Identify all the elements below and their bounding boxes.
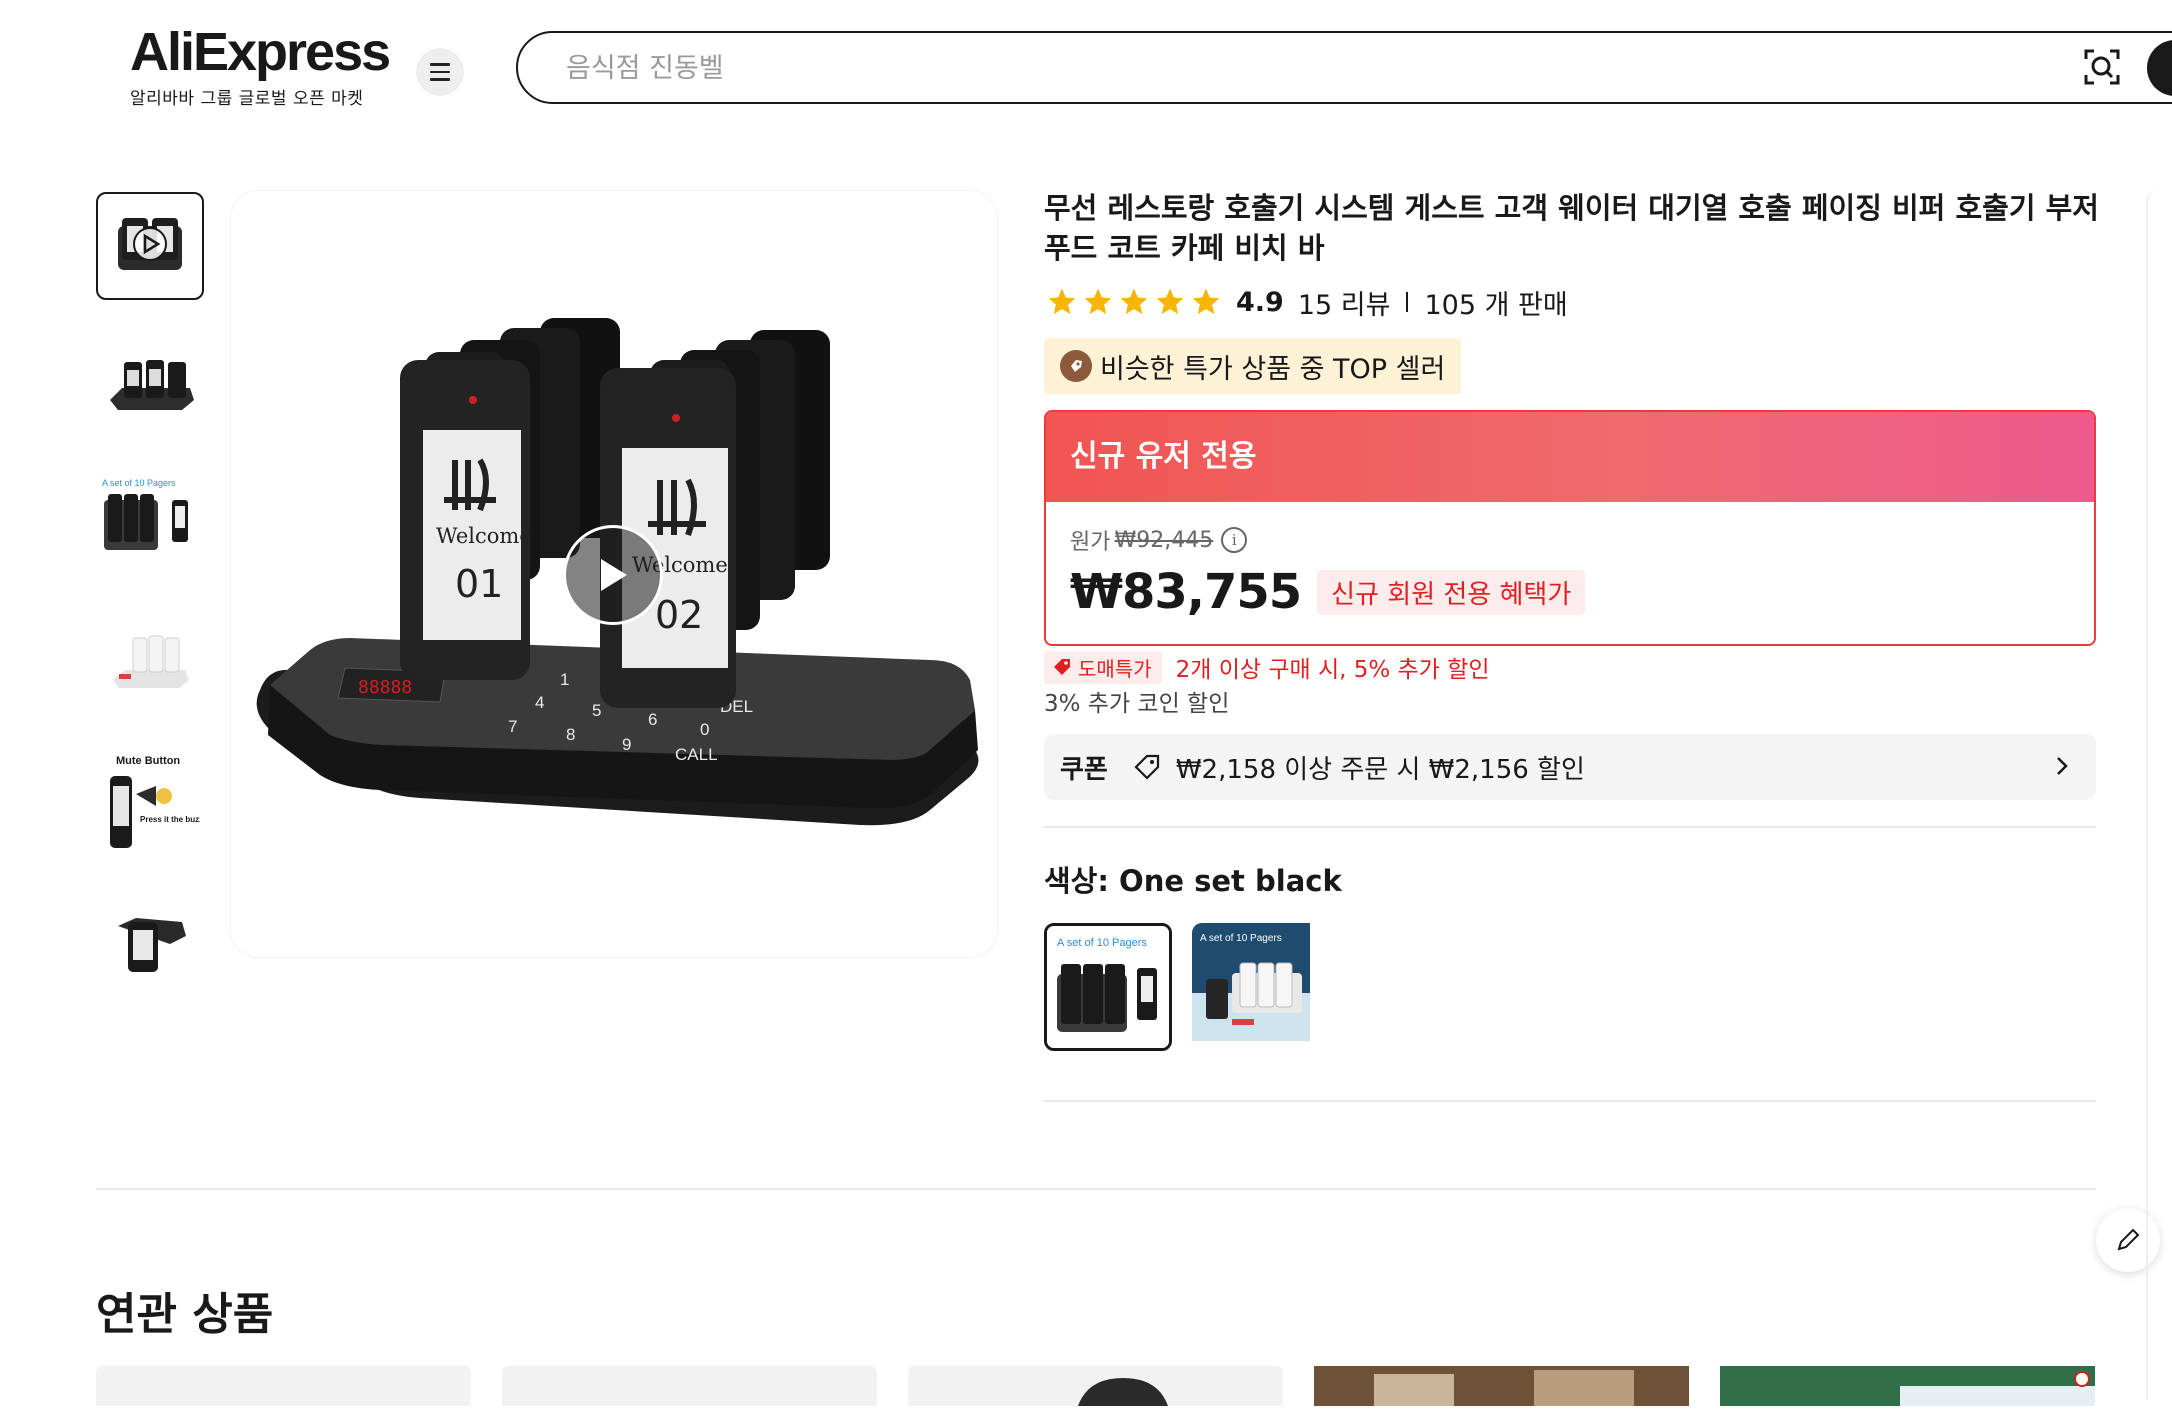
play-icon bbox=[601, 559, 627, 591]
color-label: 색상: One set black bbox=[1044, 864, 1342, 898]
chevron-right-icon bbox=[2057, 757, 2068, 775]
search-bar bbox=[516, 31, 2172, 104]
svg-text:0: 0 bbox=[700, 720, 709, 739]
new-member-price-tag: 신규 회원 전용 혜택가 bbox=[1317, 569, 1586, 615]
thumbnail-caption: Mute Button bbox=[116, 755, 180, 767]
set-of-10-thumbnail-image: A set of 10 Pagers bbox=[102, 478, 188, 550]
related-product-card[interactable] bbox=[1314, 1366, 1689, 1406]
related-product-card[interactable] bbox=[908, 1366, 1283, 1406]
info-icon[interactable]: i bbox=[1221, 527, 1248, 553]
rating-row[interactable]: 4.9 15 리뷰 105 개 판매 bbox=[1046, 282, 1568, 322]
white-pager-thumbnail-image bbox=[113, 635, 189, 688]
logo-subtitle: 알리바바 그룹 글로벌 오픈 마켓 bbox=[130, 89, 364, 109]
thumbnail-5[interactable]: Mute Button Press it the buzz stops bbox=[96, 750, 204, 858]
hamburger-menu-button[interactable] bbox=[416, 48, 464, 96]
product-image bbox=[1078, 1378, 1168, 1406]
svg-text:CALL: CALL bbox=[675, 745, 718, 764]
star-icon bbox=[1120, 288, 1148, 314]
review-count-link[interactable]: 15 리뷰 bbox=[1298, 283, 1391, 322]
image-search-icon[interactable] bbox=[2080, 45, 2124, 89]
related-products-title: 연관 상품 bbox=[96, 1289, 274, 1340]
section-divider bbox=[96, 1188, 2096, 1190]
thumbnail-caption: A set of 10 Pagers bbox=[102, 478, 176, 488]
original-price: ₩92,445 bbox=[1114, 527, 1214, 553]
top-seller-text: 비슷한 특가 상품 중 TOP 셀러 bbox=[1100, 353, 1446, 385]
logo-wordmark: AliExpress bbox=[130, 22, 391, 82]
svg-text:88888: 88888 bbox=[358, 677, 412, 698]
product-image bbox=[1314, 1366, 1689, 1406]
star-icon bbox=[1048, 288, 1076, 314]
divider bbox=[1044, 1100, 2096, 1102]
separator bbox=[1406, 292, 1409, 312]
color-swatch-one-set-black[interactable]: A set of 10 Pagers bbox=[1044, 923, 1172, 1051]
bulk-badge: 도매특가 bbox=[1044, 650, 1162, 684]
thumbnail-6[interactable] bbox=[96, 890, 204, 998]
swatch-caption: A set of 10 Pagers bbox=[1200, 933, 1282, 944]
top-seller-badge: 비슷한 특가 상품 중 TOP 셀러 bbox=[1044, 338, 1462, 394]
star-icon bbox=[1192, 288, 1220, 314]
svg-text:1: 1 bbox=[560, 670, 569, 689]
price-row: ₩83,755 신규 회원 전용 혜택가 bbox=[1070, 564, 1586, 620]
coupon-label: 쿠폰 bbox=[1060, 754, 1108, 785]
related-product-card[interactable] bbox=[502, 1366, 877, 1406]
search-button[interactable] bbox=[2147, 40, 2172, 96]
svg-text:6: 6 bbox=[648, 710, 657, 729]
swatch-image: A set of 10 Pagers bbox=[1192, 923, 1310, 1041]
sale-price: ₩83,755 bbox=[1070, 564, 1302, 620]
mute-button-thumbnail-image: Mute Button Press it the buzz stops bbox=[110, 755, 200, 848]
star-icon bbox=[1084, 288, 1112, 314]
bulk-discount-row: 도매특가 2개 이상 구매 시, 5% 추가 할인 bbox=[1044, 650, 1490, 684]
thumbnail-video[interactable] bbox=[96, 192, 204, 300]
screen-text-welcome-1: Welcome bbox=[436, 524, 532, 548]
thumbnail-3[interactable]: A set of 10 Pagers bbox=[96, 470, 204, 578]
related-product-card[interactable] bbox=[1720, 1366, 2095, 1406]
rating-stars bbox=[1046, 286, 1222, 318]
svg-text:5: 5 bbox=[592, 701, 601, 720]
thumbnail-subcaption: Press it the buzz stops bbox=[140, 815, 200, 824]
search-input[interactable] bbox=[564, 50, 2064, 86]
rating-score: 4.9 bbox=[1236, 286, 1284, 318]
svg-text:4: 4 bbox=[535, 693, 544, 712]
star-icon bbox=[1156, 288, 1184, 314]
pager-closeup-thumbnail-image bbox=[118, 918, 186, 972]
svg-text:7: 7 bbox=[508, 717, 517, 736]
divider bbox=[1044, 826, 2096, 828]
bulk-badge-label: 도매특가 bbox=[1078, 656, 1152, 681]
aliexpress-logo[interactable]: AliExpress 알리바바 그룹 글로벌 오픈 마켓 bbox=[130, 22, 391, 109]
pager-set-thumbnail-image bbox=[110, 360, 194, 410]
related-product-card[interactable] bbox=[96, 1366, 471, 1406]
coin-discount-text: 3% 추가 코인 할인 bbox=[1044, 691, 1230, 717]
coupon-row[interactable]: 쿠폰 ₩2,158 이상 주문 시 ₩2,156 할인 bbox=[1044, 734, 2096, 800]
color-swatch-2[interactable]: A set of 10 Pagers bbox=[1192, 923, 1320, 1051]
coupon-text: ₩2,158 이상 주문 시 ₩2,156 할인 bbox=[1175, 754, 1585, 785]
product-title: 무선 레스토랑 호출기 시스템 게스트 고객 웨이터 대기열 호출 페이징 비퍼… bbox=[1044, 191, 2099, 265]
bulk-discount-text: 2개 이상 구매 시, 5% 추가 할인 bbox=[1175, 657, 1490, 683]
video-thumbnail-image bbox=[118, 218, 182, 270]
new-user-promo-box: 신규 유저 전용 원가 ₩92,445 i ₩83,755 신규 회원 전용 혜… bbox=[1044, 410, 2096, 646]
side-panel-edge bbox=[2146, 190, 2172, 1400]
promo-header: 신규 유저 전용 bbox=[1046, 412, 2094, 502]
pencil-icon bbox=[2117, 1228, 2140, 1251]
original-price-label: 원가 bbox=[1070, 530, 1111, 555]
coupon-tag-icon bbox=[1134, 754, 1159, 780]
badge-icon bbox=[1060, 350, 1092, 382]
thumbnail-2[interactable] bbox=[96, 330, 204, 438]
product-main-image[interactable]: 88888 1 2 3 DEL 4 5 6 0 7 8 9 CALL Welco… bbox=[230, 190, 998, 958]
thumbnail-4[interactable] bbox=[96, 610, 204, 718]
swatch-image: A set of 10 Pagers bbox=[1047, 926, 1169, 1048]
play-video-button[interactable] bbox=[563, 525, 663, 625]
svg-text:9: 9 bbox=[622, 735, 631, 754]
price-tag-icon bbox=[1054, 659, 1070, 675]
screen-text-01: 01 bbox=[455, 562, 503, 606]
screen-text-02: 02 bbox=[655, 593, 703, 637]
svg-text:8: 8 bbox=[566, 725, 575, 744]
product-image bbox=[1720, 1366, 2095, 1406]
sold-count: 105 개 판매 bbox=[1424, 289, 1568, 321]
original-price-row: 원가 ₩92,445 i bbox=[1070, 524, 1248, 556]
swatch-caption: A set of 10 Pagers bbox=[1057, 937, 1147, 949]
